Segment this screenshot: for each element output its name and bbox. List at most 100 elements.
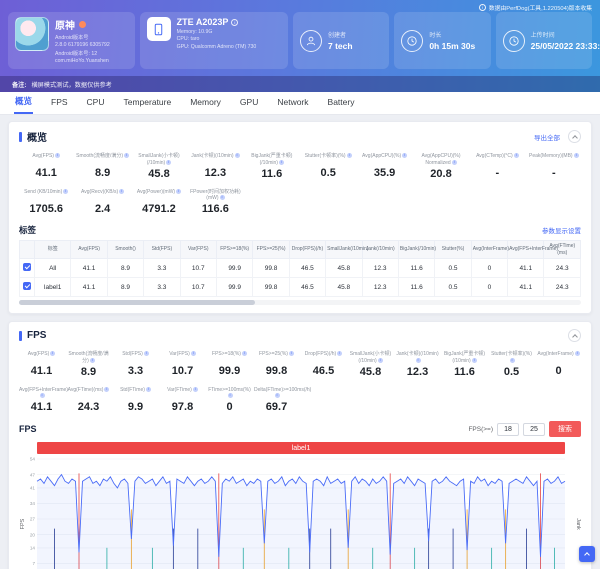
metric-info-icon[interactable] <box>104 386 110 392</box>
tab-cpu[interactable]: CPU <box>86 93 106 114</box>
metric-value: 9.9 <box>127 400 144 413</box>
back-to-top-button[interactable] <box>579 546 595 562</box>
column-header: Avg(FPS) <box>70 240 108 259</box>
header-cards: 原神 Android版本号 2.8.0 6179196 6305792 Andr… <box>8 12 600 69</box>
section-tabbar: 概览 FPS CPU Temperature Memory GPU Networ… <box>0 92 600 115</box>
metric-label-text: Jank(卡顿)(/10min) <box>191 153 234 159</box>
metric-value: 12.3 <box>406 365 429 378</box>
creator-label: 创建者 <box>328 32 347 39</box>
metric-info-icon[interactable] <box>288 351 294 356</box>
row-checkbox[interactable] <box>23 282 31 290</box>
metric-cell: Stutter(卡顿率)(%) 0.5 <box>489 351 534 378</box>
column-header: Std(FPS) <box>143 240 181 259</box>
metric-info-icon[interactable] <box>89 357 95 363</box>
report-content: 概览 导出全部 Avg(FPS) 41.1 Smooth(流畅度/满分) 8.9 <box>0 115 600 569</box>
metric-label: Var(FTime) <box>160 386 205 400</box>
svg-text:54: 54 <box>30 457 36 462</box>
table-cell: 41.1 <box>507 277 545 297</box>
export-all-link[interactable]: 导出全部 <box>534 132 560 142</box>
search-button[interactable]: 搜索 <box>549 421 581 437</box>
metric-value: 99.9 <box>218 365 241 377</box>
device-cpu: CPU: taro <box>176 36 200 42</box>
tab-fps[interactable]: FPS <box>50 93 69 114</box>
metric-label: Jank(卡顿)(/10min) <box>188 153 242 166</box>
table-cell: 10.7 <box>179 277 217 297</box>
metric-label: Std(FTime) <box>113 386 158 400</box>
remark-text: 横屏模式测试，数据仅供参考 <box>31 81 112 89</box>
metric-info-icon[interactable] <box>145 386 151 392</box>
metric-info-icon[interactable] <box>337 351 343 356</box>
metric-cell: Delta(FTime)>=100ms(/h) 69.7 <box>254 387 311 414</box>
chevron-up-icon <box>571 333 578 340</box>
tab-memory[interactable]: Memory <box>189 93 222 114</box>
table-cell: 99.8 <box>252 277 290 297</box>
metric-info-icon[interactable] <box>190 351 196 356</box>
metric-info-icon[interactable] <box>119 188 125 194</box>
metric-info-icon[interactable] <box>513 153 519 158</box>
chevron-up-icon <box>571 134 578 141</box>
metric-info-icon[interactable] <box>402 153 408 158</box>
tab-temperature[interactable]: Temperature <box>123 93 173 114</box>
tab-battery[interactable]: Battery <box>327 93 356 114</box>
metric-info-icon[interactable] <box>415 357 421 363</box>
table-cell: 45.8 <box>325 277 363 297</box>
metric-info-icon[interactable] <box>166 159 172 165</box>
row-checkbox[interactable] <box>23 263 31 271</box>
metric-info-icon[interactable] <box>471 357 477 363</box>
column-header: Stutter(%) <box>434 240 472 259</box>
tab-overview[interactable]: 概览 <box>14 91 34 114</box>
table-cell: 41.1 <box>70 258 108 278</box>
labels-table-head: 标签 Avg(FPS) Smooth() Std(FPS) Var(FPS) FPS>=1… <box>19 240 581 259</box>
metric-info-icon[interactable] <box>509 357 515 363</box>
metric-cell: Avg(AppCPU)(%) 35.9 <box>357 153 411 180</box>
metric-info-icon[interactable] <box>63 188 69 194</box>
table-cell: 10.7 <box>179 258 217 278</box>
metric-label: Avg(AppCPU)(%) Normalized <box>414 153 468 167</box>
metric-value: 45.8 <box>148 167 170 180</box>
metric-info-icon[interactable] <box>346 153 352 158</box>
column-header: SmallJank(/10min) <box>325 240 369 259</box>
metric-value: 24.3 <box>77 400 100 413</box>
metric-cell: Avg(CTemp)(°C) - <box>470 153 524 180</box>
column-header: Jank(/10min) <box>361 240 399 259</box>
metric-cell: FTime>=100ms(%) 0 <box>207 387 252 414</box>
metric-info-icon[interactable] <box>227 393 233 399</box>
metric-info-icon[interactable] <box>274 393 280 399</box>
table-horizontal-scrollbar <box>19 300 581 305</box>
device-info-icon[interactable] <box>231 18 239 26</box>
collapse-overview-button[interactable] <box>568 130 581 143</box>
tab-network[interactable]: Network <box>276 93 309 114</box>
metric-info-icon[interactable] <box>39 393 45 399</box>
metric-info-icon[interactable] <box>124 153 130 158</box>
metric-info-icon[interactable] <box>377 357 383 363</box>
metric-info-icon[interactable] <box>192 386 198 392</box>
fps-threshold2-input[interactable] <box>523 422 545 436</box>
param-display-settings-link[interactable]: 参数显示设置 <box>542 225 581 235</box>
device-gpu: GPU: Qualcomm Adreno (TM) 730 <box>176 43 257 50</box>
metric-info-icon[interactable] <box>54 153 60 158</box>
metric-info-icon[interactable] <box>451 159 457 165</box>
labels-section-title: 标签 <box>19 225 37 235</box>
fps-chart[interactable]: 071420273441475400:0000:5701:5402:5103:4… <box>19 455 581 569</box>
tab-gpu[interactable]: GPU <box>239 93 259 114</box>
creator-card: 创建者 7 tech <box>293 12 390 69</box>
perfdog-report-page: 数据由PerfDog(工具,1.220504)版本收集 原神 Android版本… <box>0 0 600 569</box>
metric-info-icon[interactable] <box>234 153 240 158</box>
svg-text:34: 34 <box>30 501 36 506</box>
metric-info-icon[interactable] <box>278 159 284 165</box>
title-accent <box>19 131 22 142</box>
metric-info-icon[interactable] <box>573 153 579 158</box>
metric-info-icon[interactable] <box>574 351 580 356</box>
metric-info-icon[interactable] <box>176 188 182 194</box>
metric-info-icon[interactable] <box>143 351 149 356</box>
metric-info-icon[interactable] <box>219 195 225 201</box>
fps-threshold1-input[interactable] <box>497 422 519 436</box>
upload-meta: 上传时间 25/05/2022 23:33:23 <box>531 30 600 52</box>
metric-label: Stutter(卡顿率)(%) <box>489 351 534 365</box>
collapse-fps-button[interactable] <box>568 329 581 342</box>
app-name: 原神 <box>55 21 75 32</box>
metric-info-icon[interactable] <box>241 351 247 356</box>
scrollbar-thumb[interactable] <box>19 300 256 305</box>
fps-metrics-grid: Avg(FPS) 41.1 Smooth(流畅度/满分) 8.9 Std(FPS… <box>19 351 581 413</box>
metric-info-icon[interactable] <box>50 351 56 356</box>
